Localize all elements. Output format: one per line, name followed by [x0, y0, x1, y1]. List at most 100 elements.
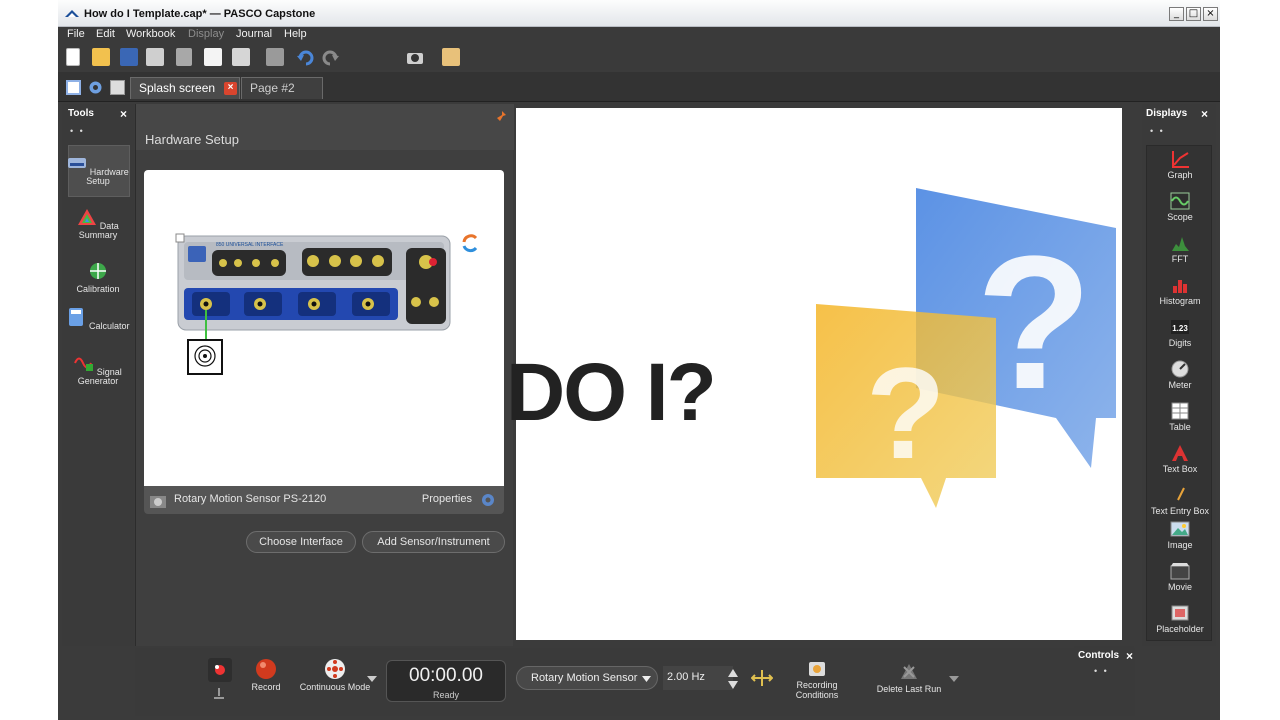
tools-close-icon[interactable]: × — [120, 107, 127, 121]
properties-gear-icon[interactable] — [480, 492, 496, 508]
table-icon — [1171, 402, 1189, 420]
maximize-button[interactable]: □ — [1186, 7, 1201, 21]
display-label: Digits — [1168, 338, 1192, 348]
tool-signal-generator[interactable]: Signal Generator — [66, 354, 130, 386]
display-fft[interactable]: FFT — [1147, 234, 1213, 264]
display-graph[interactable]: Graph — [1147, 150, 1213, 180]
menu-journal[interactable]: Journal — [236, 28, 272, 40]
display-label: Scope — [1167, 212, 1193, 222]
tab-close-icon[interactable]: × — [224, 82, 237, 95]
display-list: Graph Scope FFT Histogram 1.23 Digits Meter Tab… — [1146, 145, 1212, 641]
minimize-button[interactable]: _ — [1169, 7, 1184, 21]
close-window-button[interactable]: × — [1203, 7, 1218, 21]
recording-conditions-label: Recording Conditions — [795, 680, 839, 700]
menu-help[interactable]: Help — [284, 28, 307, 40]
pin-icon[interactable] — [496, 110, 508, 122]
page-area: DO I? ? ? — [506, 104, 1138, 646]
workbook-icon[interactable] — [110, 80, 125, 95]
copy-icon[interactable] — [204, 48, 222, 66]
gear-icon[interactable] — [88, 80, 103, 95]
menu-display[interactable]: Display — [188, 28, 224, 40]
placeholder-icon — [1171, 605, 1189, 621]
display-histogram[interactable]: Histogram — [1147, 276, 1213, 306]
display-label: FFT — [1171, 254, 1189, 264]
rate-stepper-icon[interactable] — [727, 668, 739, 690]
continuous-mode-button[interactable]: Continuous Mode — [293, 658, 377, 692]
redo-icon[interactable] — [322, 48, 340, 66]
hardware-canvas[interactable]: 850 UNIVERSAL INTERFACE — [144, 170, 504, 486]
display-meter[interactable]: Meter — [1147, 360, 1213, 390]
delete-icon[interactable] — [266, 48, 284, 66]
menu-file[interactable]: File — [67, 28, 85, 40]
add-sensor-button[interactable]: Add Sensor/Instrument — [362, 531, 505, 553]
hardware-setup-title: Hardware Setup — [145, 132, 239, 147]
fft-icon — [1172, 237, 1189, 251]
menu-bar: File Edit Workbook Display Journal Help — [58, 27, 1220, 44]
display-label: Text Entry Box — [1150, 506, 1210, 516]
rotary-sensor-icon — [150, 496, 166, 508]
display-placeholder[interactable]: Placeholder — [1147, 604, 1213, 634]
sensor-select[interactable]: Rotary Motion Sensor — [516, 666, 658, 690]
print-icon[interactable] — [146, 48, 164, 66]
tab-splash-screen[interactable]: Splash screen × — [130, 77, 240, 99]
open-folder-icon[interactable] — [92, 48, 110, 66]
paste-icon[interactable] — [232, 48, 250, 66]
manual-entry-icon[interactable] — [212, 686, 226, 700]
sample-rate-field[interactable]: 2.00 Hz — [663, 666, 733, 690]
display-digits[interactable]: 1.23 Digits — [1147, 318, 1213, 348]
meter-icon — [1171, 360, 1189, 378]
elapsed-time-display: 00:00.00 Ready — [386, 660, 506, 702]
tab-page-2[interactable]: Page #2 — [241, 77, 323, 99]
scope-icon — [1170, 192, 1190, 210]
choose-interface-button[interactable]: Choose Interface — [246, 531, 356, 553]
sample-rate-value: 2.00 Hz — [667, 671, 705, 683]
image-icon — [1170, 521, 1190, 537]
page-view-icon[interactable] — [66, 80, 81, 95]
display-text-box[interactable]: Text Box — [1147, 444, 1213, 474]
sync-rates-icon[interactable] — [751, 668, 773, 688]
display-image[interactable]: Image — [1147, 520, 1213, 550]
cut-icon[interactable] — [176, 48, 192, 66]
menu-edit[interactable]: Edit — [96, 28, 115, 40]
tools-dots: • • — [70, 126, 85, 136]
sensor-name: Rotary Motion Sensor PS-2120 — [174, 493, 327, 505]
displays-dots: • • — [1150, 126, 1165, 136]
new-file-icon[interactable] — [66, 48, 80, 66]
display-table[interactable]: Table — [1147, 402, 1213, 432]
calculator-icon — [69, 308, 84, 326]
display-movie[interactable]: Movie — [1147, 562, 1213, 592]
text-entry-box-icon — [1177, 487, 1185, 501]
text-box-icon — [1172, 445, 1188, 461]
controls-bar: Record Continuous Mode 00:00.00 Ready Ro… — [135, 648, 1135, 716]
controls-panel: Controls × • • — [1074, 646, 1134, 688]
save-icon[interactable] — [120, 48, 138, 66]
undo-icon[interactable] — [296, 48, 314, 66]
record-mode-icon[interactable] — [208, 658, 232, 682]
display-label: Graph — [1167, 170, 1193, 180]
mode-dropdown-icon[interactable] — [367, 676, 377, 682]
display-label: Movie — [1167, 582, 1192, 592]
delete-last-run-label: Delete Last Run — [876, 684, 942, 694]
splash-page[interactable]: DO I? ? ? — [506, 108, 1122, 640]
displays-close-icon[interactable]: × — [1201, 107, 1208, 121]
display-text-entry-box[interactable]: Text Entry Box — [1147, 486, 1213, 516]
menu-workbook[interactable]: Workbook — [126, 28, 175, 40]
delete-last-run-button[interactable]: Delete Last Run — [871, 662, 947, 694]
tool-calibration[interactable]: Calibration — [66, 262, 130, 294]
tool-hardware-setup[interactable]: Hardware Setup — [66, 154, 130, 186]
sensor-bar[interactable]: Rotary Motion Sensor PS-2120 Properties — [144, 486, 504, 514]
tool-data-summary[interactable]: Data Summary — [66, 208, 130, 240]
controls-close-icon[interactable]: × — [1126, 649, 1133, 663]
properties-link[interactable]: Properties — [422, 493, 472, 505]
chevron-down-icon — [642, 676, 651, 682]
record-button[interactable]: Record — [245, 658, 287, 692]
display-scope[interactable]: Scope — [1147, 192, 1213, 222]
histogram-icon — [1173, 280, 1187, 293]
delete-dropdown-icon[interactable] — [949, 676, 959, 682]
camera-icon[interactable] — [406, 48, 424, 66]
tool-calculator[interactable]: Calculator — [66, 308, 130, 331]
window-title: How do I Template.cap* — PASCO Capstone — [84, 8, 316, 20]
journal-snapshot-icon[interactable] — [442, 48, 460, 66]
hardware-setup-panel: Hardware Setup 850 UNIVERSAL INTERFACE R… — [135, 104, 514, 646]
recording-conditions-button[interactable]: Recording Conditions — [787, 658, 847, 700]
